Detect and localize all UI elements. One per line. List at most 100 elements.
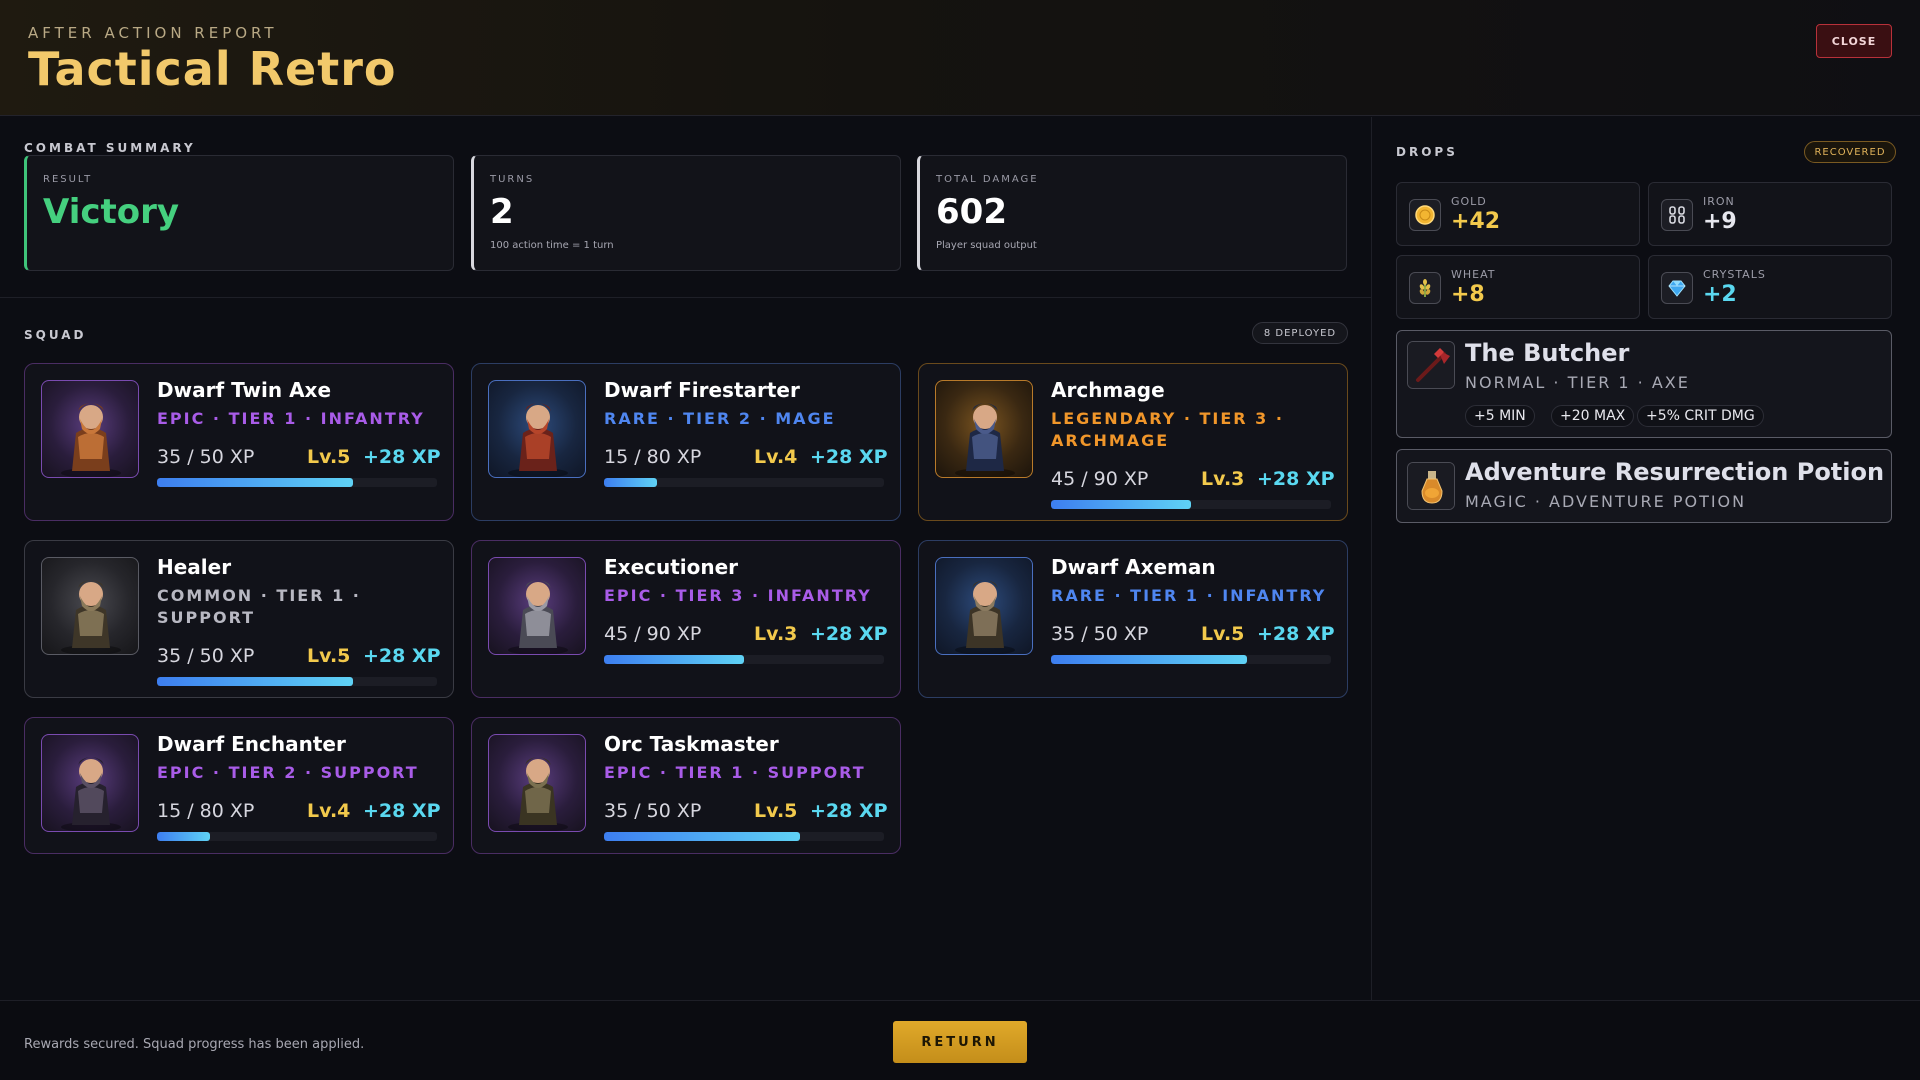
iron-drop: IRON +9 (1648, 182, 1892, 246)
item-meta: MAGIC · ADVENTURE POTION (1465, 492, 1747, 511)
iron-chain-icon (1661, 199, 1693, 231)
unit-xp-bar (604, 832, 884, 841)
unit-xp-gain: +28 XP (1257, 623, 1335, 645)
close-button[interactable]: CLOSE (1816, 24, 1892, 58)
unit-level: Lv.5 (1201, 623, 1245, 645)
damage-card: TOTAL DAMAGE 602 Player squad output (917, 155, 1347, 271)
squad-label: SQUAD (24, 328, 87, 342)
item-stat-tag: +5% CRIT DMG (1637, 405, 1764, 427)
executioner-portrait (488, 557, 586, 655)
unit-xp-bar (1051, 655, 1331, 664)
gold-drop: GOLD +42 (1396, 182, 1640, 246)
item-the-butcher[interactable]: The Butcher NORMAL · TIER 1 · AXE +5 MIN… (1396, 330, 1892, 438)
unit-card[interactable]: Healer COMMON · TIER 1 · SUPPORT 35 / 50… (24, 540, 454, 698)
dwarf-enchanter-portrait (41, 734, 139, 832)
deployed-badge: 8 DEPLOYED (1252, 322, 1348, 344)
turns-note: 100 action time = 1 turn (490, 240, 614, 251)
unit-xp: 45 / 90 XP (1051, 468, 1149, 490)
wheat-drop: WHEAT +8 (1396, 255, 1640, 319)
item-adventure-resurrection-potion[interactable]: Adventure Resurrection Potion MAGIC · AD… (1396, 449, 1892, 523)
gold-label: GOLD (1451, 195, 1487, 208)
unit-card[interactable]: Dwarf Axeman RARE · TIER 1 · INFANTRY 35… (918, 540, 1348, 698)
unit-name: Orc Taskmaster (604, 732, 779, 756)
potion-icon (1407, 462, 1455, 510)
unit-class: EPIC · TIER 2 · SUPPORT (157, 763, 419, 782)
recovered-badge: RECOVERED (1804, 141, 1896, 163)
unit-xp: 15 / 80 XP (157, 800, 255, 822)
section-divider (0, 297, 1371, 298)
unit-card[interactable]: Dwarf Twin Axe EPIC · TIER 1 · INFANTRY … (24, 363, 454, 521)
iron-label: IRON (1703, 195, 1735, 208)
drops-label: DROPS (1396, 145, 1458, 159)
unit-xp-gain: +28 XP (363, 446, 441, 468)
healer-portrait (41, 557, 139, 655)
unit-stats: 35 / 50 XP Lv.5 +28 XP (157, 446, 441, 472)
unit-level: Lv.4 (754, 446, 798, 468)
dwarf-twin-axe-portrait (41, 380, 139, 478)
unit-xp-fill (157, 478, 353, 487)
unit-name: Dwarf Axeman (1051, 555, 1216, 579)
unit-card[interactable]: Executioner EPIC · TIER 3 · INFANTRY 45 … (471, 540, 901, 698)
unit-xp: 45 / 90 XP (604, 623, 702, 645)
unit-xp-bar (604, 655, 884, 664)
unit-card[interactable]: Dwarf Enchanter EPIC · TIER 2 · SUPPORT … (24, 717, 454, 854)
unit-xp: 15 / 80 XP (604, 446, 702, 468)
unit-level: Lv.3 (754, 623, 798, 645)
unit-card[interactable]: Dwarf Firestarter RARE · TIER 2 · MAGE 1… (471, 363, 901, 521)
crystals-value: +2 (1703, 282, 1737, 307)
unit-xp-fill (1051, 655, 1247, 664)
return-button[interactable]: RETURN (893, 1021, 1027, 1063)
unit-class: RARE · TIER 1 · INFANTRY (1051, 586, 1327, 605)
result-card: RESULT Victory (24, 155, 454, 271)
item-stat-tag: +5 MIN (1465, 405, 1535, 427)
unit-xp-bar (604, 478, 884, 487)
unit-level: Lv.5 (307, 446, 351, 468)
dwarf-axeman-portrait (935, 557, 1033, 655)
result-label: RESULT (43, 174, 93, 185)
unit-stats: 35 / 50 XP Lv.5 +28 XP (1051, 623, 1335, 649)
report-header: AFTER ACTION REPORT Tactical Retro CLOSE (0, 0, 1920, 116)
unit-xp-gain: +28 XP (810, 623, 888, 645)
unit-name: Healer (157, 555, 232, 579)
crystal-icon (1661, 272, 1693, 304)
unit-stats: 35 / 50 XP Lv.5 +28 XP (157, 645, 441, 671)
unit-stats: 45 / 90 XP Lv.3 +28 XP (1051, 468, 1335, 494)
damage-note: Player squad output (936, 240, 1037, 251)
unit-xp: 35 / 50 XP (1051, 623, 1149, 645)
damage-value: 602 (936, 192, 1007, 232)
footer-message: Rewards secured. Squad progress has been… (24, 1037, 365, 1052)
page-title: Tactical Retro (28, 42, 397, 96)
unit-xp-bar (1051, 500, 1331, 509)
unit-level: Lv.3 (1201, 468, 1245, 490)
unit-xp-fill (157, 677, 353, 686)
item-meta: NORMAL · TIER 1 · AXE (1465, 373, 1690, 392)
unit-xp-bar (157, 478, 437, 487)
dwarf-firestarter-portrait (488, 380, 586, 478)
unit-class: EPIC · TIER 1 · SUPPORT (604, 763, 866, 782)
unit-stats: 15 / 80 XP Lv.4 +28 XP (157, 800, 441, 826)
turns-card: TURNS 2 100 action time = 1 turn (471, 155, 901, 271)
result-value: Victory (43, 192, 180, 232)
gold-value: +42 (1451, 209, 1501, 234)
wheat-value: +8 (1451, 282, 1485, 307)
item-name: The Butcher (1465, 339, 1630, 367)
unit-level: Lv.4 (307, 800, 351, 822)
item-stat-tag: +20 MAX (1551, 405, 1635, 427)
crystals-label: CRYSTALS (1703, 268, 1766, 281)
wheat-label: WHEAT (1451, 268, 1496, 281)
unit-name: Dwarf Firestarter (604, 378, 800, 402)
unit-xp-bar (157, 677, 437, 686)
axe-icon (1407, 341, 1455, 389)
main-panel: COMBAT SUMMARY RESULT Victory TURNS 2 10… (0, 117, 1371, 1000)
unit-stats: 35 / 50 XP Lv.5 +28 XP (604, 800, 888, 826)
unit-name: Executioner (604, 555, 739, 579)
gold-coin-icon (1409, 199, 1441, 231)
combat-summary-label: COMBAT SUMMARY (24, 141, 196, 155)
unit-stats: 45 / 90 XP Lv.3 +28 XP (604, 623, 888, 649)
unit-card[interactable]: Archmage LEGENDARY · TIER 3 · ARCHMAGE 4… (918, 363, 1348, 521)
unit-card[interactable]: Orc Taskmaster EPIC · TIER 1 · SUPPORT 3… (471, 717, 901, 854)
unit-class: LEGENDARY · TIER 3 · ARCHMAGE (1051, 409, 1284, 450)
item-name: Adventure Resurrection Potion (1465, 458, 1885, 486)
unit-xp-fill (604, 832, 800, 841)
turns-value: 2 (490, 192, 514, 232)
